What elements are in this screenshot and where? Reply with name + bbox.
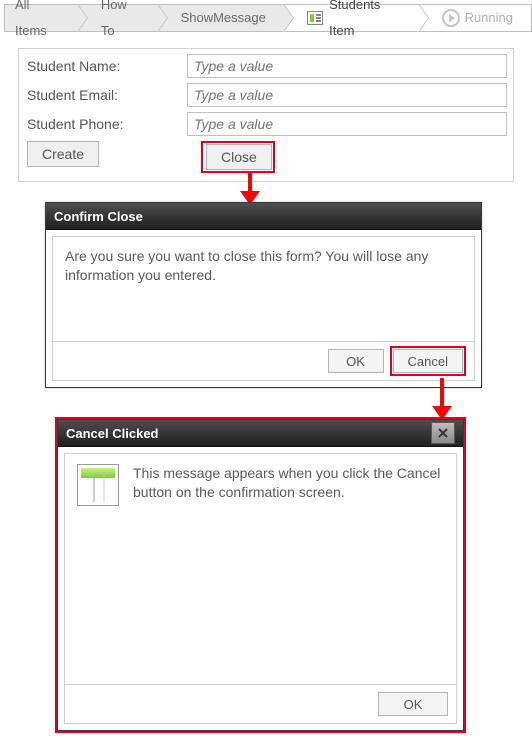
- input-student-email[interactable]: [187, 83, 507, 107]
- breadcrumb-running: Running: [419, 4, 532, 32]
- breadcrumb-showmessage[interactable]: ShowMessage: [158, 4, 284, 32]
- dialog-header: Confirm Close: [46, 203, 481, 230]
- form-icon: [307, 11, 323, 25]
- form-panel: Student Name: Student Email: Student Pho…: [18, 48, 514, 182]
- dialog-body-wrap: This message appears when you click the …: [65, 454, 456, 684]
- dialog-inner: This message appears when you click the …: [64, 453, 457, 724]
- row-student-email: Student Email:: [25, 83, 507, 107]
- close-highlight: Close: [201, 141, 275, 173]
- dialog-confirm-close: Confirm Close Are you sure you want to c…: [45, 202, 482, 388]
- dialog-title: Cancel Clicked: [66, 426, 159, 441]
- dialog-body: Are you sure you want to close this form…: [53, 237, 474, 341]
- cancel-highlight: Cancel: [390, 346, 466, 376]
- dialog-body: This message appears when you click the …: [133, 464, 444, 502]
- breadcrumb-students-item[interactable]: Students Item: [284, 4, 419, 32]
- close-icon[interactable]: [431, 422, 455, 444]
- breadcrumb-all-items[interactable]: All Items: [4, 4, 78, 32]
- play-icon: [442, 9, 460, 27]
- breadcrumb: All Items How To ShowMessage Students It…: [4, 4, 532, 32]
- dialog-cancel-clicked: Cancel Clicked This message appears when…: [57, 419, 464, 731]
- breadcrumb-how-to[interactable]: How To: [78, 4, 158, 32]
- dialog-footer: OK: [65, 684, 456, 723]
- input-student-name[interactable]: [187, 54, 507, 78]
- breadcrumb-label: ShowMessage: [181, 5, 266, 31]
- row-student-phone: Student Phone:: [25, 112, 507, 136]
- message-icon: [77, 464, 119, 506]
- create-button[interactable]: Create: [27, 141, 99, 167]
- breadcrumb-label: Students Item: [329, 0, 400, 44]
- label-student-name: Student Name:: [25, 58, 187, 74]
- breadcrumb-label: Running: [465, 5, 513, 31]
- dialog-header: Cancel Clicked: [58, 420, 463, 447]
- input-student-phone[interactable]: [187, 112, 507, 136]
- row-student-name: Student Name:: [25, 54, 507, 78]
- breadcrumb-label: All Items: [15, 0, 60, 44]
- dialog-footer: OK Cancel: [53, 341, 474, 380]
- dialog-title: Confirm Close: [54, 209, 143, 224]
- breadcrumb-label: How To: [101, 0, 140, 44]
- label-student-email: Student Email:: [25, 87, 187, 103]
- ok-button[interactable]: OK: [328, 349, 384, 373]
- ok-button[interactable]: OK: [378, 692, 448, 716]
- close-button[interactable]: Close: [206, 144, 272, 170]
- form-button-row: Create Close: [25, 141, 507, 173]
- cancel-button[interactable]: Cancel: [393, 349, 463, 373]
- dialog-inner: Are you sure you want to close this form…: [52, 236, 475, 381]
- label-student-phone: Student Phone:: [25, 116, 187, 132]
